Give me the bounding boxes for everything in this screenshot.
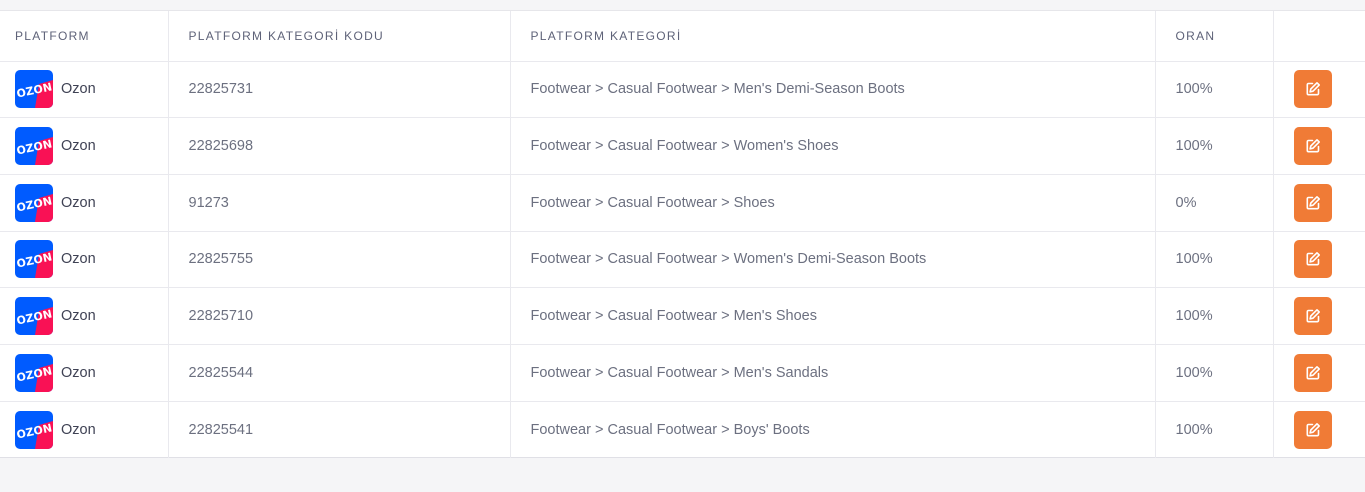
platform-name: Ozon (61, 364, 96, 381)
cell-platform: OZON Ozon (0, 117, 169, 175)
platform-name: Ozon (61, 251, 96, 268)
column-header-platform[interactable]: PLATFORM (0, 11, 169, 62)
platform-badge: OZON Ozon (15, 183, 167, 222)
platform-badge: OZON Ozon (15, 410, 167, 449)
ozon-logo-icon: OZON (15, 410, 53, 449)
cell-rate: 100% (1155, 401, 1274, 458)
cell-rate: 0% (1155, 174, 1274, 232)
edit-button[interactable] (1293, 353, 1332, 392)
cell-actions (1273, 174, 1365, 232)
ozon-logo-icon: OZON (15, 297, 53, 336)
platform-badge: OZON Ozon (15, 127, 167, 166)
platform-name: Ozon (61, 138, 96, 155)
cell-actions (1273, 117, 1365, 175)
table-row: OZON Ozon 22825731 Footwear > Casual Footwe… (0, 61, 1365, 119)
table-row: OZON Ozon 22825698 Footwear > Casual Footwe… (0, 117, 1365, 175)
cell-rate: 100% (1155, 344, 1274, 402)
cell-platform: OZON Ozon (0, 231, 169, 289)
cell-platform: OZON Ozon (0, 344, 169, 402)
edit-button[interactable] (1293, 127, 1332, 166)
cell-actions (1273, 287, 1365, 345)
table-row: OZON Ozon 91273 Footwear > Casual Footwear … (0, 174, 1365, 232)
edit-icon (1305, 138, 1321, 154)
platform-name: Ozon (61, 421, 96, 438)
cell-platform: OZON Ozon (0, 174, 169, 232)
platform-badge: OZON Ozon (15, 240, 167, 279)
platform-name: Ozon (61, 308, 96, 325)
cell-category: Footwear > Casual Footwear > Women's Sho… (510, 117, 1156, 175)
edit-icon (1305, 81, 1321, 97)
table-row: OZON Ozon 22825755 Footwear > Casual Footwe… (0, 231, 1365, 289)
ozon-logo-icon: OZON (15, 127, 53, 166)
edit-button[interactable] (1293, 183, 1332, 222)
cell-actions (1273, 401, 1365, 458)
ozon-logo-icon: OZON (15, 70, 53, 109)
ozon-logo-icon: OZON (15, 183, 53, 222)
category-mapping-table: PLATFORM PLATFORM KATEGORİ KODU PLATFORM… (0, 11, 1365, 458)
ozon-logo-icon: OZON (15, 240, 53, 279)
cell-platform: OZON Ozon (0, 401, 169, 458)
edit-icon (1305, 251, 1321, 267)
column-header-category-code[interactable]: PLATFORM KATEGORİ KODU (168, 11, 511, 62)
platform-badge: OZON Ozon (15, 353, 167, 392)
cell-actions (1273, 231, 1365, 289)
cell-category-code: 22825544 (168, 344, 511, 402)
cell-category-code: 22825710 (168, 287, 511, 345)
table-row: OZON Ozon 22825541 Footwear > Casual Footwe… (0, 401, 1365, 458)
edit-icon (1305, 195, 1321, 211)
cell-category-code: 22825755 (168, 231, 511, 289)
edit-icon (1305, 308, 1321, 324)
cell-platform: OZON Ozon (0, 287, 169, 345)
edit-icon (1305, 422, 1321, 438)
edit-button[interactable] (1293, 240, 1332, 279)
cell-category: Footwear > Casual Footwear > Men's Shoes (510, 287, 1156, 345)
ozon-logo-icon: OZON (15, 353, 53, 392)
cell-category: Footwear > Casual Footwear > Shoes (510, 174, 1156, 232)
cell-category-code: 91273 (168, 174, 511, 232)
table-row: OZON Ozon 22825710 Footwear > Casual Footwe… (0, 287, 1365, 345)
cell-category: Footwear > Casual Footwear > Boys' Boots (510, 401, 1156, 458)
edit-button[interactable] (1293, 410, 1332, 449)
table-row: OZON Ozon 22825544 Footwear > Casual Footwe… (0, 344, 1365, 402)
cell-category-code: 22825541 (168, 401, 511, 458)
cell-rate: 100% (1155, 117, 1274, 175)
cell-platform: OZON Ozon (0, 61, 169, 119)
edit-icon (1305, 365, 1321, 381)
edit-button[interactable] (1293, 297, 1332, 336)
column-header-actions (1273, 11, 1365, 62)
category-mapping-card: PLATFORM PLATFORM KATEGORİ KODU PLATFORM… (0, 10, 1365, 458)
cell-rate: 100% (1155, 287, 1274, 345)
table-header: PLATFORM PLATFORM KATEGORİ KODU PLATFORM… (0, 11, 1365, 62)
column-header-rate[interactable]: ORAN (1155, 11, 1274, 62)
platform-badge: OZON Ozon (15, 70, 167, 109)
cell-category-code: 22825698 (168, 117, 511, 175)
table-body: OZON Ozon 22825731 Footwear > Casual Footwe… (0, 61, 1365, 458)
header-row: PLATFORM PLATFORM KATEGORİ KODU PLATFORM… (0, 11, 1365, 62)
cell-category: Footwear > Casual Footwear > Women's Dem… (510, 231, 1156, 289)
platform-name: Ozon (61, 81, 96, 98)
cell-category-code: 22825731 (168, 61, 511, 119)
cell-category: Footwear > Casual Footwear > Men's Demi-… (510, 61, 1156, 119)
cell-rate: 100% (1155, 61, 1274, 119)
column-header-category[interactable]: PLATFORM KATEGORİ (510, 11, 1156, 62)
cell-actions (1273, 61, 1365, 119)
cell-category: Footwear > Casual Footwear > Men's Sanda… (510, 344, 1156, 402)
cell-rate: 100% (1155, 231, 1274, 289)
platform-badge: OZON Ozon (15, 297, 167, 336)
edit-button[interactable] (1293, 70, 1332, 109)
cell-actions (1273, 344, 1365, 402)
platform-name: Ozon (61, 194, 96, 211)
